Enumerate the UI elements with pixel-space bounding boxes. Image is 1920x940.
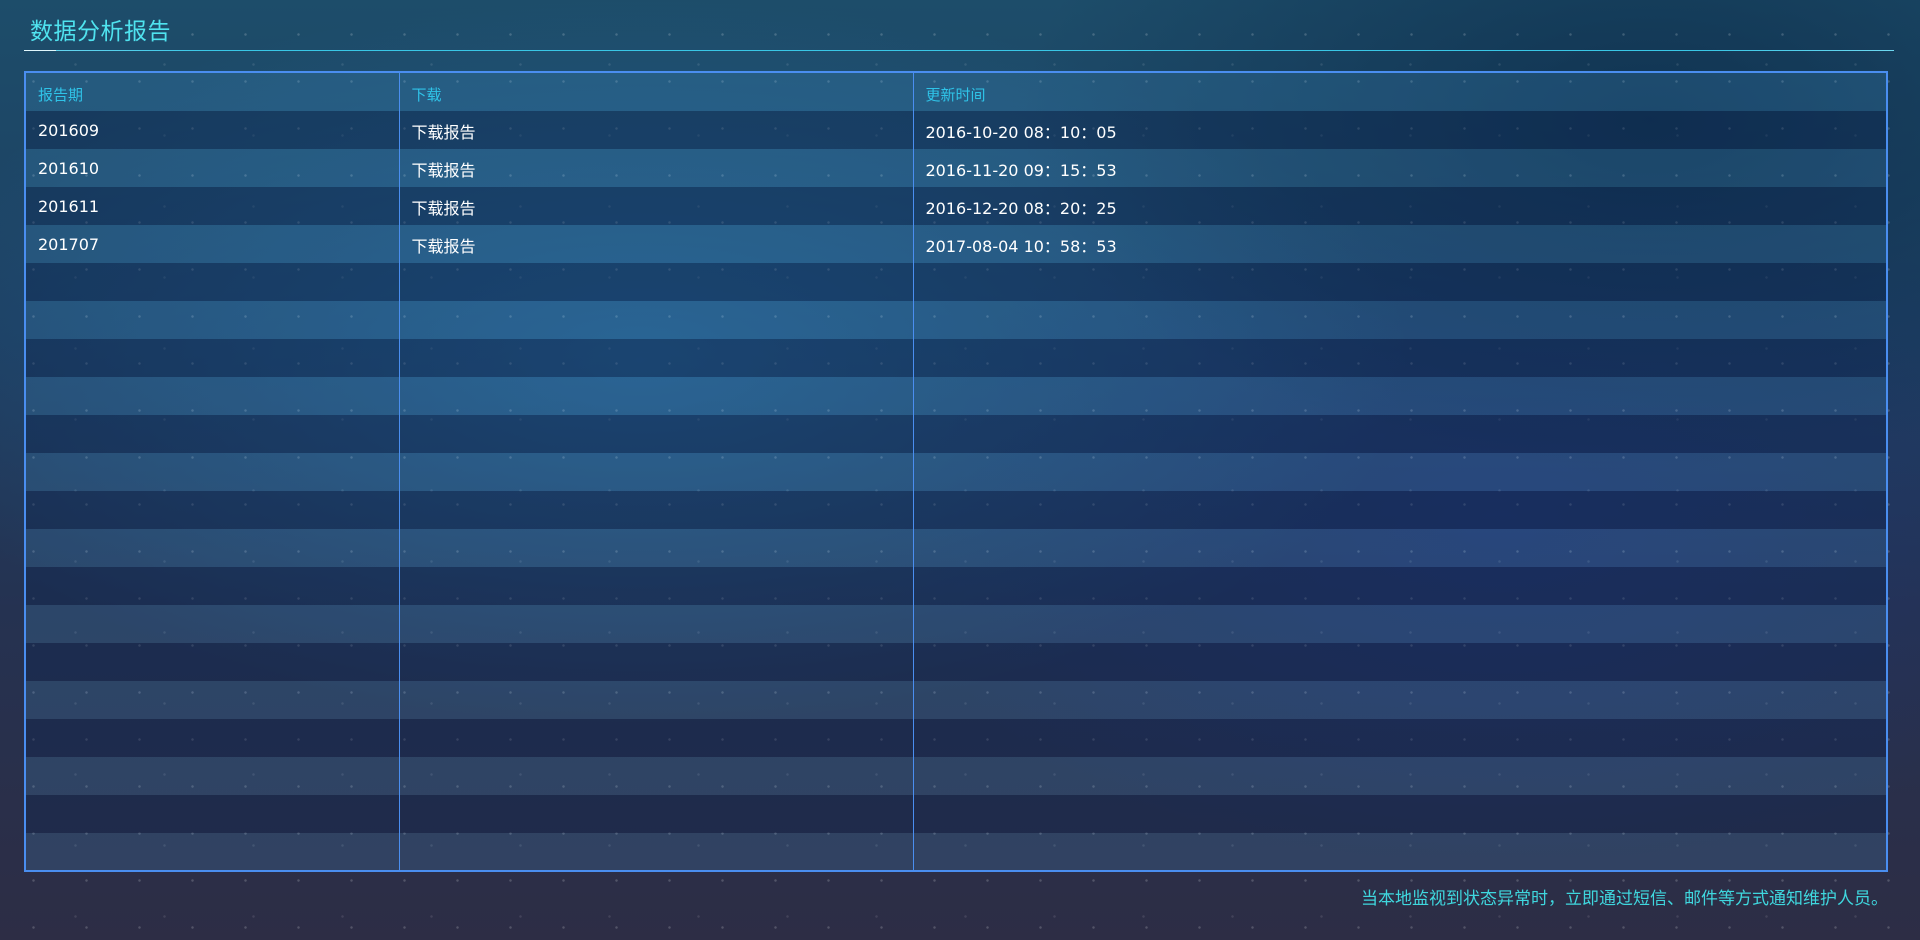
empty-cell	[26, 567, 399, 605]
download-report-link[interactable]: 下载报告	[398, 187, 913, 225]
table-body: 201609 下载报告 2016-10-20 08：10：05 201610 下…	[26, 111, 1886, 870]
empty-cell	[398, 339, 913, 377]
empty-cell	[398, 757, 913, 795]
table-header-row: 报告期 下载 更新时间	[26, 73, 1886, 111]
empty-cell	[912, 301, 1886, 339]
empty-cell	[912, 453, 1886, 491]
empty-cell	[398, 491, 913, 529]
cell-period: 201609	[38, 121, 100, 140]
empty-cell	[26, 795, 399, 833]
report-table-panel: 报告期 下载 更新时间 201609 下载报告 2016-10-20 08：10…	[24, 71, 1888, 872]
empty-cell	[398, 529, 913, 567]
empty-table-row	[26, 491, 1886, 529]
cell-updated-time: 2016-11-20 09：15：53	[912, 149, 1886, 187]
empty-table-row	[26, 263, 1886, 301]
empty-cell	[26, 719, 399, 757]
empty-cell	[398, 453, 913, 491]
empty-cell	[912, 377, 1886, 415]
empty-cell	[398, 833, 913, 870]
report-table: 报告期 下载 更新时间 201609 下载报告 2016-10-20 08：10…	[26, 73, 1886, 870]
cell-updated-time: 2016-10-20 08：10：05	[912, 111, 1886, 149]
header-divider	[24, 50, 1894, 51]
empty-cell	[912, 491, 1886, 529]
empty-cell	[26, 491, 399, 529]
empty-table-row	[26, 377, 1886, 415]
empty-cell	[912, 795, 1886, 833]
empty-cell	[26, 339, 399, 377]
empty-cell	[398, 719, 913, 757]
column-header-download[interactable]: 下载	[398, 73, 913, 111]
empty-cell	[26, 681, 399, 719]
page-header: 数据分析报告	[24, 0, 1894, 52]
empty-table-row	[26, 339, 1886, 377]
download-report-link[interactable]: 下载报告	[398, 111, 913, 149]
column-header-updated[interactable]: 更新时间	[912, 73, 1886, 111]
empty-table-row	[26, 833, 1886, 870]
empty-cell	[398, 415, 913, 453]
empty-cell	[26, 529, 399, 567]
footer-note: 当本地监视到状态异常时，立即通过短信、邮件等方式通知维护人员。	[1361, 889, 1888, 909]
empty-cell	[912, 263, 1886, 301]
table-row[interactable]: 201707 下载报告 2017-08-04 10：58：53	[26, 225, 1886, 263]
empty-table-row	[26, 681, 1886, 719]
empty-cell	[912, 567, 1886, 605]
empty-cell	[912, 757, 1886, 795]
empty-cell	[912, 643, 1886, 681]
empty-cell	[26, 757, 399, 795]
download-report-link[interactable]: 下载报告	[398, 149, 913, 187]
empty-cell	[26, 377, 399, 415]
empty-cell	[398, 795, 913, 833]
empty-cell	[912, 605, 1886, 643]
empty-cell	[398, 263, 913, 301]
table-row[interactable]: 201610 下载报告 2016-11-20 09：15：53	[26, 149, 1886, 187]
empty-cell	[398, 301, 913, 339]
empty-table-row	[26, 453, 1886, 491]
cell-period: 201611	[38, 197, 100, 216]
empty-cell	[912, 529, 1886, 567]
empty-table-row	[26, 719, 1886, 757]
empty-cell	[912, 415, 1886, 453]
cell-updated-time: 2016-12-20 08：20：25	[912, 187, 1886, 225]
column-header-period[interactable]: 报告期	[26, 73, 399, 111]
empty-cell	[26, 263, 399, 301]
empty-cell	[398, 643, 913, 681]
empty-cell	[912, 339, 1886, 377]
empty-table-row	[26, 643, 1886, 681]
empty-cell	[398, 377, 913, 415]
empty-cell	[26, 833, 399, 870]
table-row[interactable]: 201609 下载报告 2016-10-20 08：10：05	[26, 111, 1886, 149]
empty-table-row	[26, 567, 1886, 605]
empty-cell	[26, 605, 399, 643]
download-report-link[interactable]: 下载报告	[398, 225, 913, 263]
empty-cell	[26, 453, 399, 491]
empty-cell	[26, 415, 399, 453]
empty-cell	[912, 681, 1886, 719]
empty-cell	[398, 567, 913, 605]
empty-cell	[912, 833, 1886, 870]
page-title: 数据分析报告	[30, 19, 171, 45]
empty-cell	[26, 301, 399, 339]
empty-table-row	[26, 757, 1886, 795]
empty-cell	[912, 719, 1886, 757]
cell-period: 201707	[38, 235, 100, 254]
empty-table-row	[26, 795, 1886, 833]
empty-cell	[398, 605, 913, 643]
cell-updated-time: 2017-08-04 10：58：53	[912, 225, 1886, 263]
empty-table-row	[26, 415, 1886, 453]
table-row[interactable]: 201611 下载报告 2016-12-20 08：20：25	[26, 187, 1886, 225]
empty-table-row	[26, 605, 1886, 643]
cell-period: 201610	[38, 159, 100, 178]
empty-cell	[26, 643, 399, 681]
empty-cell	[398, 681, 913, 719]
empty-table-row	[26, 301, 1886, 339]
header-divider-accent	[24, 50, 56, 51]
empty-table-row	[26, 529, 1886, 567]
